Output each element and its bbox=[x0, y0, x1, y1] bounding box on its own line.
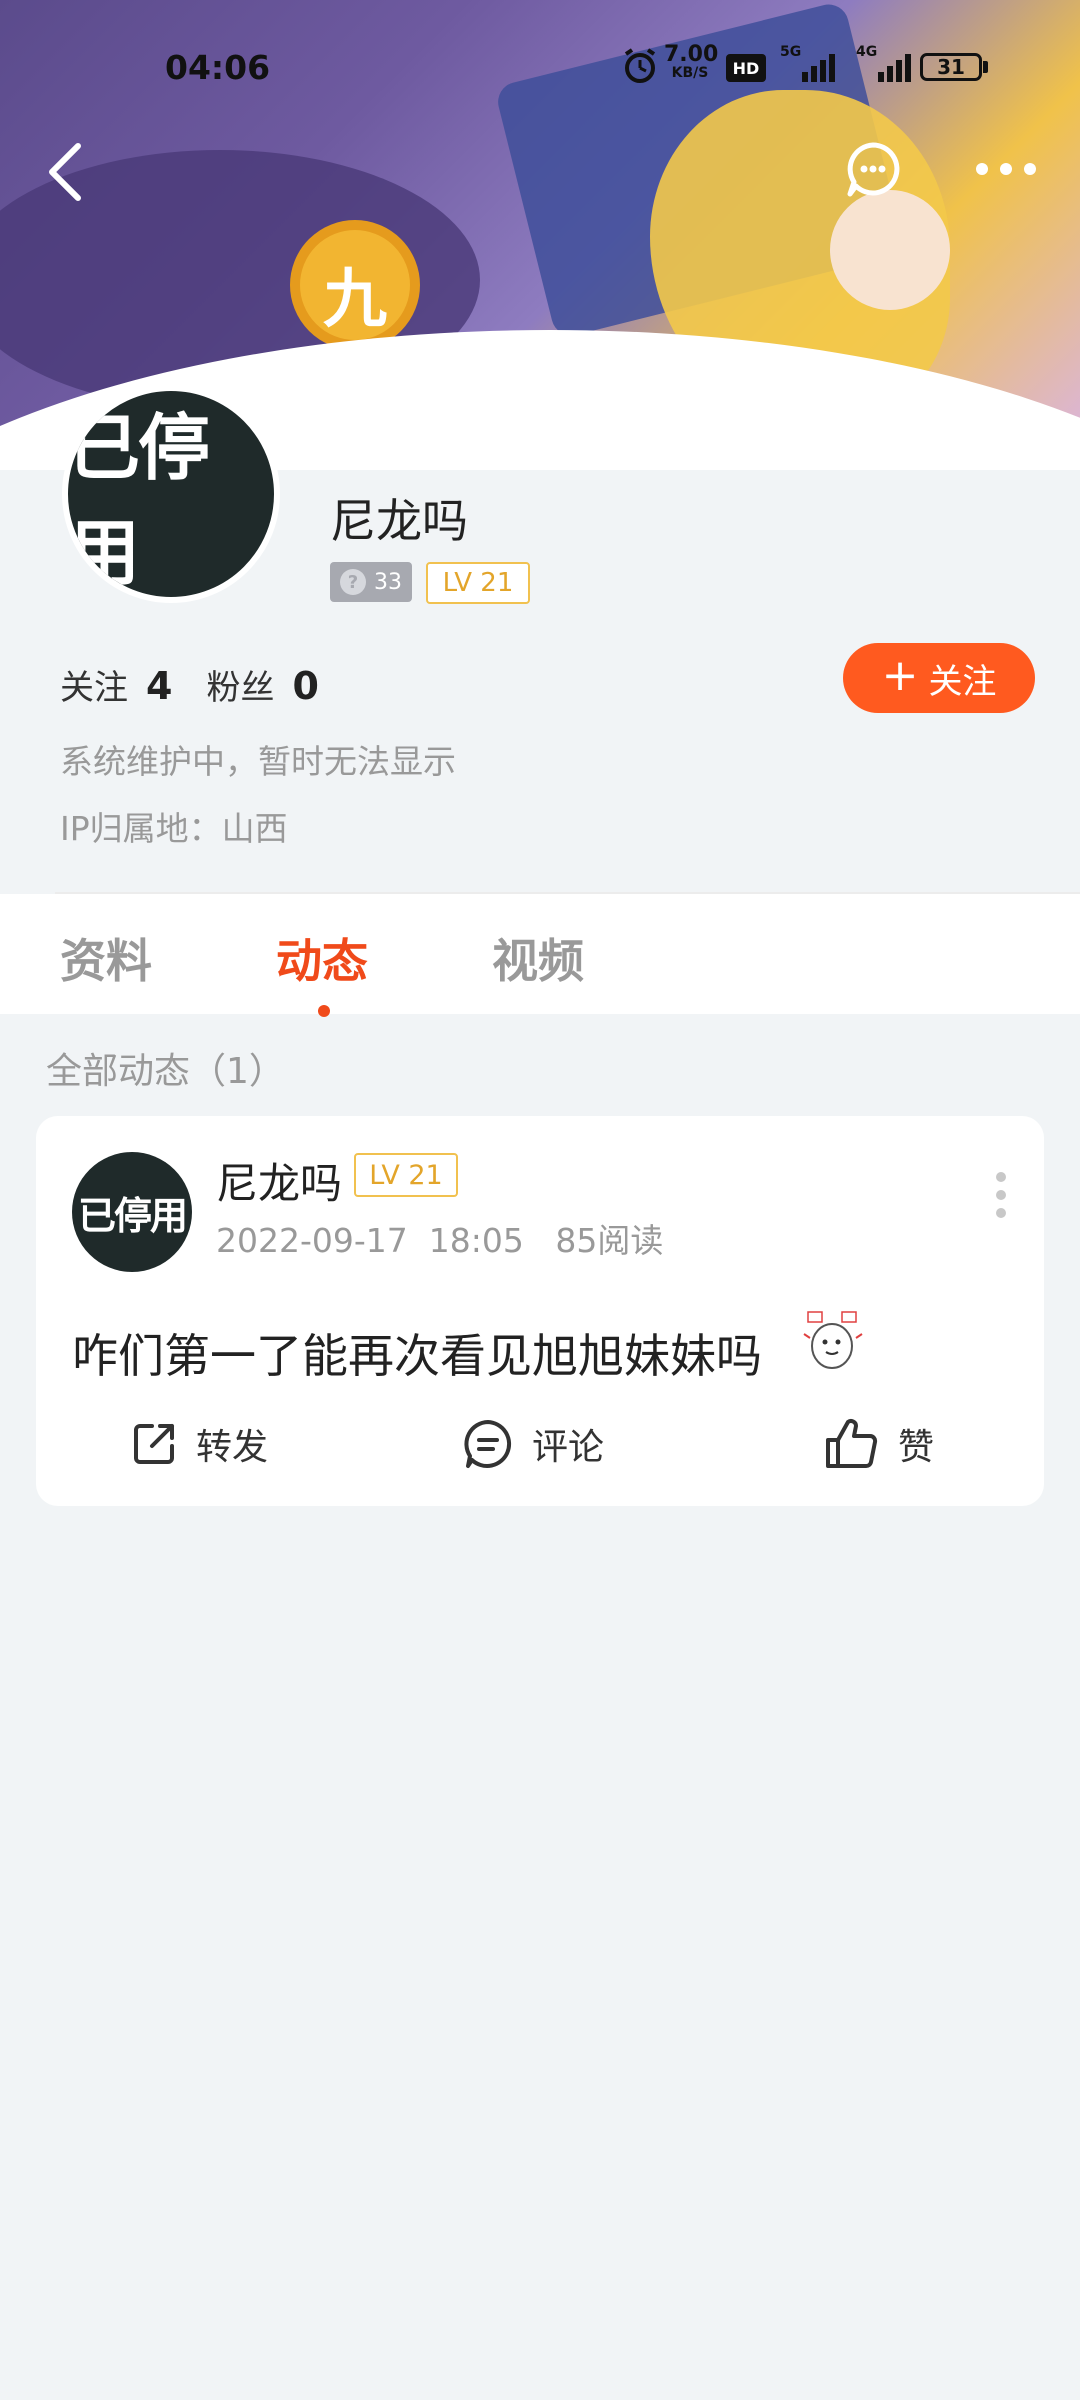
level-badge: LV 21 bbox=[426, 562, 530, 604]
post-level-badge: LV 21 bbox=[354, 1153, 458, 1197]
battery-tip bbox=[983, 61, 988, 73]
post-avatar[interactable]: 已停用 bbox=[72, 1152, 192, 1272]
battery-icon: 31 bbox=[920, 53, 982, 81]
post-reads: 85阅读 bbox=[555, 1221, 664, 1260]
message-bubble-icon[interactable] bbox=[844, 140, 902, 198]
comment-icon bbox=[464, 1420, 512, 1468]
medal-badge[interactable]: ? 33 bbox=[330, 562, 412, 602]
alarm-icon bbox=[624, 48, 656, 83]
profile-username: 尼龙吗 bbox=[330, 494, 468, 548]
profile-avatar[interactable]: 已停用 bbox=[62, 385, 280, 603]
post-username[interactable]: 尼龙吗 bbox=[216, 1150, 342, 1211]
following-count[interactable]: 4 bbox=[146, 664, 172, 708]
following-label[interactable]: 关注 bbox=[60, 668, 128, 708]
active-tab-indicator bbox=[318, 1005, 330, 1017]
share-icon bbox=[134, 1424, 174, 1464]
plus-icon: + bbox=[881, 650, 919, 701]
feed-section-title: 全部动态（1） bbox=[46, 1051, 285, 1092]
post-content: 咋们第一了能再次看见旭旭妹妹吗 bbox=[72, 1329, 762, 1383]
hd-icon: HD bbox=[726, 54, 766, 82]
follow-stats: 关注 4 粉丝 0 bbox=[60, 660, 353, 709]
share-action[interactable]: 转发 bbox=[130, 1418, 268, 1470]
profile-bio: 系统维护中，暂时无法显示 bbox=[60, 742, 456, 781]
ip-location: IP归属地：山西 bbox=[60, 809, 288, 848]
thumbs-up-icon bbox=[826, 1419, 878, 1468]
question-icon: ? bbox=[340, 569, 366, 595]
more-dots-icon[interactable] bbox=[974, 158, 1038, 180]
sticker-emoji-icon bbox=[803, 1311, 863, 1369]
post-more-icon[interactable] bbox=[996, 1172, 1008, 1226]
network-speed: 7.00 KB/S bbox=[664, 42, 719, 81]
status-time: 04:06 bbox=[165, 48, 271, 87]
post-date: 2022-09-17 bbox=[216, 1221, 408, 1260]
like-action[interactable]: 赞 bbox=[824, 1418, 934, 1470]
comment-action[interactable]: 评论 bbox=[462, 1418, 604, 1470]
tab-videos[interactable]: 视频 bbox=[492, 925, 584, 991]
back-arrow-icon[interactable] bbox=[40, 140, 90, 204]
followers-label[interactable]: 粉丝 bbox=[206, 668, 274, 708]
post-time: 18:05 bbox=[428, 1221, 524, 1260]
tab-activity[interactable]: 动态 bbox=[276, 925, 368, 991]
followers-count[interactable]: 0 bbox=[292, 664, 318, 708]
follow-button[interactable]: + 关注 bbox=[843, 643, 1035, 713]
tab-profile-info[interactable]: 资料 bbox=[60, 925, 152, 991]
post-meta: 2022-09-17 18:05 85阅读 bbox=[216, 1214, 663, 1262]
